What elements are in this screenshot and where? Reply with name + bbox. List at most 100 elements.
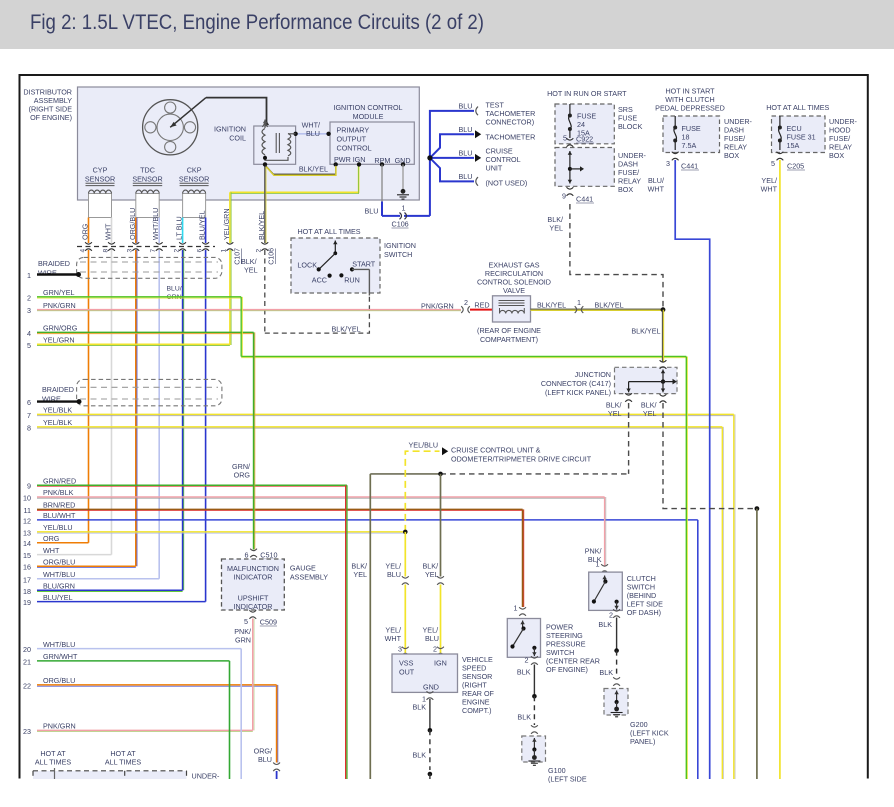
svg-text:PANEL): PANEL) [630,737,655,746]
svg-text:SENSOR: SENSOR [132,174,162,183]
svg-text:ORG: ORG [234,471,251,480]
svg-text:BOX: BOX [618,185,633,194]
svg-text:BLU/YEL: BLU/YEL [198,210,207,240]
svg-text:2: 2 [525,656,529,665]
svg-text:13: 13 [23,528,31,537]
svg-text:BLK: BLK [517,713,531,722]
svg-text:GRN/WHT: GRN/WHT [43,652,78,661]
svg-text:BLU: BLU [387,570,401,579]
svg-text:BLU: BLU [425,634,439,643]
svg-text:OUTPUT: OUTPUT [337,135,367,144]
svg-text:BLK: BLK [517,668,531,677]
svg-text:INDICATOR: INDICATOR [234,602,273,611]
svg-text:START: START [352,260,376,269]
svg-text:OUT: OUT [399,668,415,677]
svg-text:SWITCH: SWITCH [384,250,412,259]
svg-text:BLK: BLK [413,703,427,712]
svg-text:TACHOMETER: TACHOMETER [486,133,536,142]
svg-text:21: 21 [23,657,31,666]
svg-text:ODOMETER/TRIPMETER DRIVE CIRCU: ODOMETER/TRIPMETER DRIVE CIRCUIT [451,455,592,464]
svg-text:CYP: CYP [93,165,108,174]
svg-text:4: 4 [27,329,31,338]
svg-text:YEL: YEL [244,266,258,275]
svg-text:GRN/YEL: GRN/YEL [43,288,75,297]
svg-text:YEL/BLU: YEL/BLU [43,523,73,532]
svg-text:COMPARTMENT): COMPARTMENT) [480,335,538,344]
svg-text:5: 5 [563,134,567,143]
svg-text:ORG: ORG [43,534,60,543]
svg-text:GAUGE: GAUGE [290,564,316,573]
svg-text:WHT: WHT [104,223,113,240]
svg-text:YEL/BLU: YEL/BLU [409,441,439,450]
svg-text:WHT: WHT [761,185,778,194]
svg-text:19: 19 [23,598,31,607]
svg-text:17: 17 [23,575,31,584]
svg-text:CONNECTOR): CONNECTOR) [486,118,535,127]
svg-text:BRN/RED: BRN/RED [43,501,75,510]
svg-text:BLK: BLK [413,751,427,760]
svg-text:YEL: YEL [425,570,439,579]
svg-text:2: 2 [433,645,437,654]
svg-text:C441: C441 [576,195,593,204]
svg-text:IGNITION CONTROL: IGNITION CONTROL [333,103,402,112]
svg-text:BLK/YEL: BLK/YEL [537,301,566,310]
svg-text:C106: C106 [392,220,409,229]
svg-text:3: 3 [127,249,134,253]
svg-text:BLU: BLU [258,755,272,764]
svg-text:1: 1 [596,560,600,569]
svg-text:23: 23 [23,727,31,736]
svg-text:C106: C106 [269,248,276,265]
svg-text:GRN/RED: GRN/RED [43,476,76,485]
svg-text:BLU/GRN: BLU/GRN [43,582,75,591]
svg-text:PNK/GRN: PNK/GRN [43,722,76,731]
svg-text:OF ENGINE): OF ENGINE) [546,665,588,674]
svg-text:BLK/YEL: BLK/YEL [631,327,660,336]
svg-text:YEL: YEL [608,409,622,418]
svg-text:2: 2 [256,249,263,253]
svg-text:GRN/ORG: GRN/ORG [43,324,78,333]
svg-text:(NOT USED): (NOT USED) [486,179,528,188]
svg-text:IGNITION: IGNITION [214,125,246,134]
svg-text:IGNITION: IGNITION [384,241,416,250]
svg-text:15A: 15A [787,141,800,150]
svg-text:BLU: BLU [459,125,473,134]
svg-text:BLK/YEL: BLK/YEL [595,301,624,310]
svg-text:WHT: WHT [385,634,402,643]
svg-text:COMPT.): COMPT.) [462,706,492,715]
svg-text:15: 15 [23,551,31,560]
svg-text:BOX: BOX [829,151,844,160]
svg-text:SENSOR: SENSOR [85,174,115,183]
svg-text:YEL/BLK: YEL/BLK [43,418,72,427]
svg-text:4: 4 [79,249,86,253]
svg-text:2: 2 [173,249,180,253]
svg-text:WHT: WHT [648,185,665,194]
svg-text:BLK/YEL: BLK/YEL [332,324,361,333]
svg-text:BLU/WHT: BLU/WHT [43,511,76,520]
svg-text:ORG: ORG [81,223,90,240]
svg-text:6: 6 [245,551,249,560]
svg-text:PRIMARY: PRIMARY [337,126,370,135]
svg-text:2: 2 [27,293,31,302]
svg-text:BLU: BLU [306,129,320,138]
svg-text:OF ENGINE): OF ENGINE) [30,113,72,122]
svg-text:WHT/BLU: WHT/BLU [151,208,160,240]
svg-text:YEL/BLK: YEL/BLK [43,406,72,415]
svg-text:OF DASH): OF DASH) [627,608,661,617]
svg-text:BLU: BLU [459,102,473,111]
svg-text:PNK/GRN: PNK/GRN [421,301,454,310]
svg-text:8: 8 [102,249,109,253]
svg-text:(LEFT SIDE: (LEFT SIDE [548,775,587,784]
svg-text:6: 6 [27,398,31,407]
svg-text:1: 1 [221,249,228,253]
svg-text:3: 3 [666,159,670,168]
svg-text:SENSOR: SENSOR [179,174,209,183]
svg-text:C205: C205 [787,162,804,171]
svg-text:20: 20 [23,645,31,654]
svg-text:VALVE: VALVE [503,286,525,295]
svg-text:(LEFT KICK PANEL): (LEFT KICK PANEL) [545,388,611,397]
svg-text:BLU/YEL: BLU/YEL [43,593,73,602]
svg-text:WHT/BLU: WHT/BLU [43,570,75,579]
svg-text:CONTROL: CONTROL [337,144,372,153]
svg-text:2: 2 [609,611,613,620]
svg-text:GND: GND [423,683,439,692]
